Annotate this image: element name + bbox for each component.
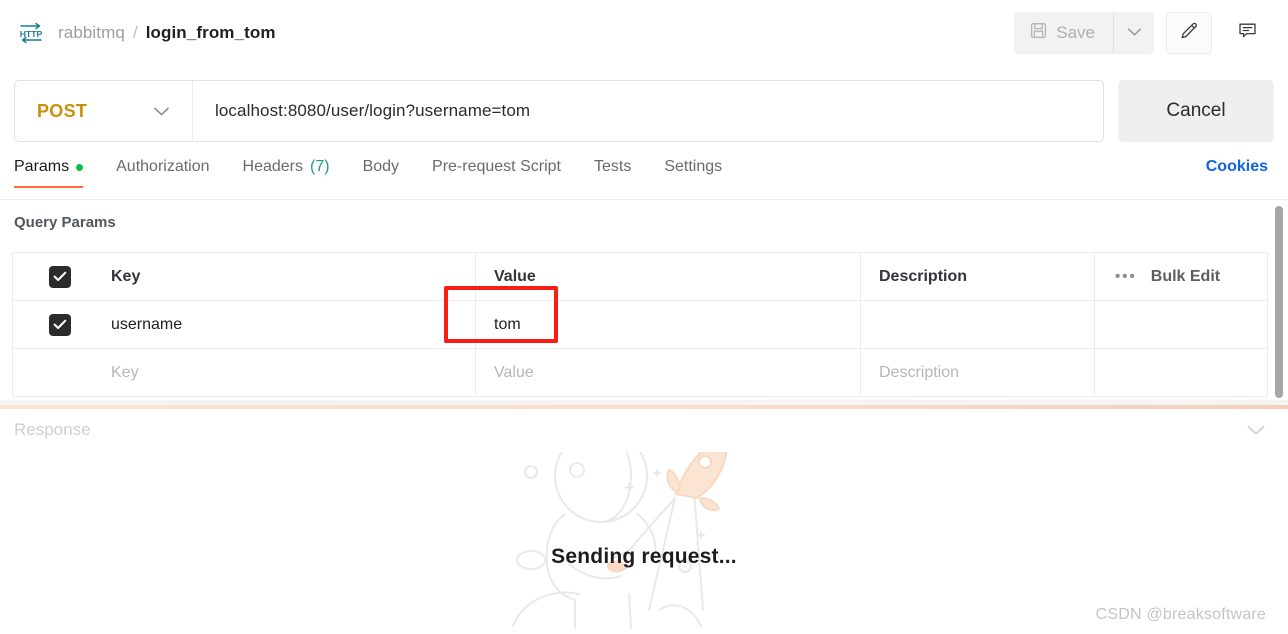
svg-text:HTTP: HTTP: [20, 29, 43, 39]
floppy-disk-icon: [1030, 22, 1047, 44]
tab-headers-label: Headers: [242, 158, 303, 175]
tab-body-label: Body: [362, 158, 400, 175]
pencil-icon: [1179, 20, 1200, 46]
url-bar: POST localhost:8080/user/login?username=…: [14, 80, 1104, 142]
row-checkbox-username[interactable]: [13, 301, 93, 348]
chevron-down-icon: [153, 106, 170, 117]
tab-authorization[interactable]: Authorization: [116, 158, 228, 188]
breadcrumb-separator: /: [132, 23, 138, 42]
query-params-title: Query Params: [14, 214, 116, 231]
request-tabs: Params Authorization Headers (7) Body Pr…: [0, 158, 1288, 200]
table-row: username tom: [13, 301, 1267, 349]
params-modified-dot: [76, 163, 84, 171]
response-header: Response: [0, 412, 1288, 448]
save-options-button[interactable]: [1114, 12, 1154, 54]
tab-headers[interactable]: Headers (7): [243, 158, 349, 188]
new-param-description-input[interactable]: Description: [861, 349, 1095, 396]
new-param-value-input[interactable]: Value: [476, 349, 861, 396]
row-actions: [1095, 301, 1267, 348]
tab-pre-request-script-label: Pre-request Script: [432, 158, 561, 175]
row-checkbox-empty[interactable]: [13, 349, 93, 396]
breadcrumb-request-name[interactable]: login_from_tom: [146, 23, 276, 43]
comment-icon: [1237, 20, 1258, 46]
tab-tests[interactable]: Tests: [594, 158, 650, 188]
http-method-label: POST: [37, 100, 88, 121]
checkbox-checked-icon: [49, 313, 71, 336]
response-placeholder: [479, 452, 809, 634]
column-header-value: Value: [476, 253, 861, 300]
column-header-description: Description: [861, 253, 1095, 300]
http-method-select[interactable]: POST: [15, 81, 193, 141]
select-all-checkbox[interactable]: [13, 253, 93, 300]
edit-request-button[interactable]: [1166, 12, 1212, 54]
response-title: Response: [14, 420, 91, 439]
cookies-link[interactable]: Cookies: [1206, 158, 1268, 176]
chevron-down-icon[interactable]: [1246, 424, 1266, 436]
new-param-key-input[interactable]: Key: [93, 349, 476, 396]
param-description-input[interactable]: [861, 301, 1095, 348]
chevron-down-icon: [1127, 24, 1142, 42]
param-key-input[interactable]: username: [93, 301, 476, 348]
request-url-row: POST localhost:8080/user/login?username=…: [14, 80, 1276, 142]
tab-authorization-label: Authorization: [116, 158, 210, 175]
ellipsis-icon[interactable]: •••: [1115, 268, 1137, 285]
checkbox-checked-icon: [49, 265, 71, 288]
row-actions-empty: [1095, 349, 1267, 396]
response-status-text: Sending request...: [551, 545, 737, 568]
comment-button[interactable]: [1224, 12, 1270, 54]
url-input[interactable]: localhost:8080/user/login?username=tom: [193, 101, 530, 121]
vertical-scrollbar[interactable]: [1275, 206, 1283, 398]
breadcrumb: HTTP rabbitmq / login_from_tom: [18, 20, 276, 46]
save-button-group: Save: [1014, 12, 1154, 54]
breadcrumb-collection[interactable]: rabbitmq: [58, 23, 125, 43]
tab-settings[interactable]: Settings: [664, 158, 741, 188]
table-row-empty: Key Value Description: [13, 349, 1267, 397]
http-protocol-icon: HTTP: [18, 20, 44, 46]
table-header-row: Key Value Description ••• Bulk Edit: [13, 253, 1267, 301]
save-button[interactable]: Save: [1014, 12, 1114, 54]
table-header-actions: ••• Bulk Edit: [1095, 253, 1267, 300]
tab-list: Params Authorization Headers (7) Body Pr…: [0, 158, 755, 188]
response-loading-bar: [0, 405, 1288, 409]
tab-tests-label: Tests: [593, 158, 632, 175]
top-bar: HTTP rabbitmq / login_from_tom Save: [0, 0, 1288, 66]
tab-pre-request-script[interactable]: Pre-request Script: [432, 158, 580, 188]
param-value-input[interactable]: tom: [476, 301, 861, 348]
watermark: CSDN @breaksoftware: [1095, 606, 1266, 623]
tab-body[interactable]: Body: [363, 158, 418, 188]
top-bar-actions: Save: [1014, 12, 1270, 54]
tab-headers-count: (7): [310, 158, 330, 175]
query-params-table: Key Value Description ••• Bulk Edit user…: [12, 252, 1268, 397]
tab-settings-label: Settings: [664, 158, 723, 175]
tab-params[interactable]: Params: [14, 158, 102, 188]
save-button-label: Save: [1056, 23, 1095, 42]
astronaut-rocket-illustration: [479, 452, 809, 634]
column-header-key: Key: [93, 253, 476, 300]
cancel-request-button[interactable]: Cancel: [1118, 80, 1274, 142]
bulk-edit-button[interactable]: Bulk Edit: [1151, 268, 1220, 286]
tab-params-label: Params: [14, 158, 70, 175]
